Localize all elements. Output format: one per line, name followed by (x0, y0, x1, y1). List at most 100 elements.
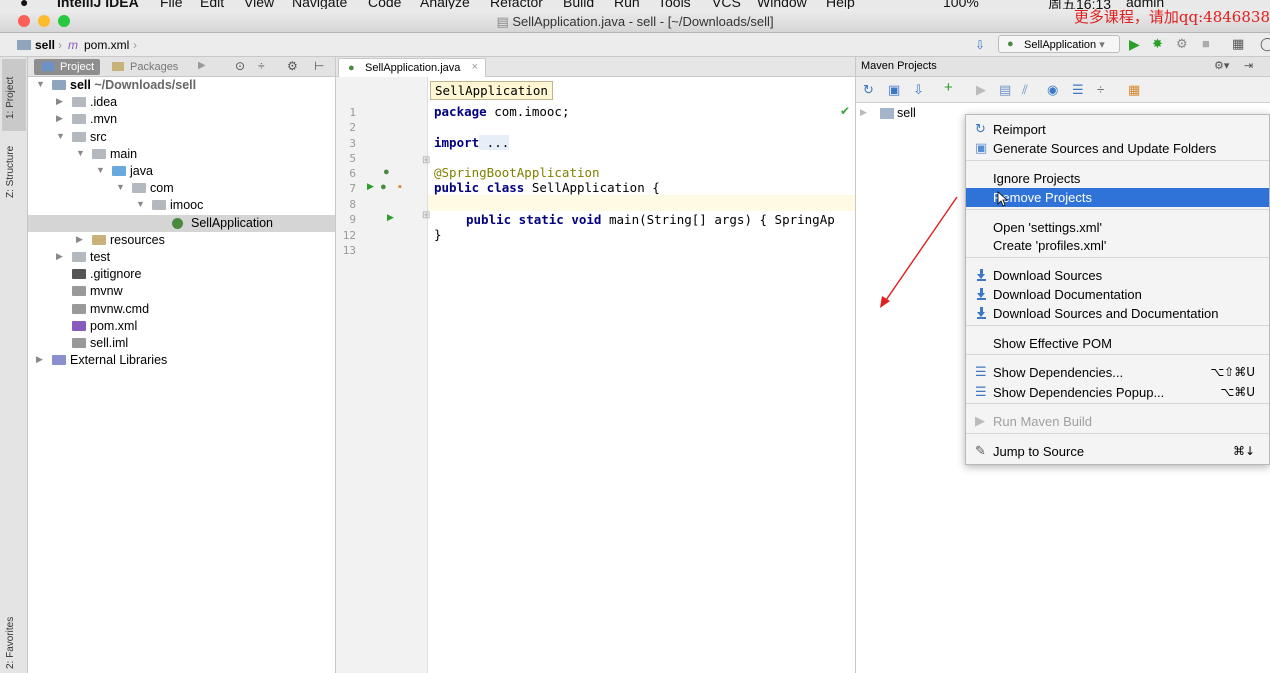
chevron-down-icon[interactable]: ▼ (36, 79, 45, 89)
tree-node-idea[interactable]: ▶ .idea (28, 94, 335, 111)
code-line-6[interactable]: @SpringBootApplication (434, 165, 600, 180)
download-icon[interactable]: ⇩ (913, 82, 924, 98)
code-line-12[interactable]: } (434, 227, 442, 242)
spring-bean-icon[interactable]: ● (380, 181, 387, 193)
run-gutter-icon[interactable]: ▶ (367, 181, 374, 192)
chevron-right-icon[interactable]: ▶ (860, 107, 867, 118)
collapse-icon[interactable]: ÷ (258, 59, 265, 73)
menu-edit[interactable]: Edit (200, 0, 224, 9)
tree-node-sell[interactable]: ▼ sell ~/Downloads/sell (28, 77, 335, 94)
tree-node-main[interactable]: ▼ main (28, 146, 335, 163)
menu-build[interactable]: Build (563, 0, 594, 9)
menu-run[interactable]: Run (614, 0, 640, 9)
gear-icon[interactable]: ⚙ (287, 59, 298, 73)
tree-node-gitignore[interactable]: .gitignore (28, 266, 335, 283)
menu-item-download-sources[interactable]: Download Sources (966, 266, 1269, 285)
gear-icon[interactable]: ⚙▾ (1214, 59, 1229, 72)
tab-packages[interactable]: Packages (104, 59, 184, 75)
menu-item-jump-to-source[interactable]: ✎ Jump to Source ⌘↓ (966, 442, 1269, 461)
breadcrumb-sell[interactable]: sell (35, 38, 55, 52)
fold-icon[interactable]: ⊞ (422, 155, 430, 166)
reimport-icon[interactable]: ↻ (863, 82, 874, 98)
tree-node-src[interactable]: ▼ src (28, 129, 335, 146)
menu-item-create-profiles-xml[interactable]: Create 'profiles.xml' (966, 236, 1269, 255)
chevron-down-icon[interactable]: ▼ (56, 131, 65, 141)
project-tool-tab[interactable]: 1: Project (5, 77, 16, 119)
run-configuration-select[interactable]: ● SellApplication ▾ (998, 35, 1120, 53)
menu-file[interactable]: File (160, 0, 183, 9)
menu-item-show-effective-pom[interactable]: Show Effective POM (966, 334, 1269, 353)
structure-tool-tab[interactable]: Z: Structure (5, 146, 16, 198)
tree-node-sell-iml[interactable]: sell.iml (28, 335, 335, 352)
target-icon[interactable]: ⊙ (235, 59, 245, 73)
toggle-offline-icon[interactable]: ⫽ (1022, 82, 1028, 98)
dependencies-icon[interactable]: ☰ (1072, 82, 1084, 98)
code-line-9[interactable]: public static void main(String[] args) {… (466, 212, 835, 227)
menu-item-download-documentation[interactable]: Download Documentation (966, 285, 1269, 304)
generate-sources-icon[interactable]: ▣ (888, 82, 900, 98)
tree-node-pom-xml[interactable]: pom.xml (28, 318, 335, 335)
code-line-1[interactable]: package com.imooc; (434, 104, 569, 119)
chevron-down-icon[interactable]: ▼ (116, 182, 125, 192)
close-tab-icon[interactable]: × (472, 61, 478, 73)
chevron-down-icon[interactable]: ▼ (96, 165, 105, 175)
menu-item-reimport[interactable]: ↻ Reimport (966, 120, 1269, 139)
menu-item-show-dependencies[interactable]: ☰ Show Dependencies... ⌥⇧⌘U (966, 363, 1269, 382)
menu-tools[interactable]: Tools (658, 0, 691, 9)
menu-code[interactable]: Code (368, 0, 401, 9)
menu-view[interactable]: View (244, 0, 274, 9)
menu-item-open-settings-xml[interactable]: Open 'settings.xml' (966, 218, 1269, 237)
menu-help[interactable]: Help (826, 0, 855, 9)
tree-node-mvn[interactable]: ▶ .mvn (28, 111, 335, 128)
code-line-7[interactable]: public class SellApplication { (434, 180, 660, 195)
run-gutter-icon[interactable]: ▶ (387, 212, 394, 223)
menu-item-remove-projects[interactable]: Remove Projects (966, 188, 1269, 207)
tree-node-java[interactable]: ▼ java (28, 163, 335, 180)
coverage-icon[interactable]: ⚙ (1176, 36, 1188, 52)
menu-item-ignore-projects[interactable]: Ignore Projects (966, 169, 1269, 188)
tree-node-resources[interactable]: ▶ resources (28, 232, 335, 249)
app-menu[interactable]: IntelliJ IDEA (57, 0, 139, 9)
skip-tests-icon[interactable]: ◉ (1047, 82, 1058, 98)
apple-icon[interactable]: ● (20, 0, 28, 9)
hide-icon[interactable]: ⊢ (314, 59, 324, 73)
tree-node-mvnw-cmd[interactable]: mvnw.cmd (28, 301, 335, 318)
hide-panel-icon[interactable]: ⇥ (1244, 59, 1253, 72)
chevron-right-icon[interactable]: ▶ (36, 354, 43, 365)
tree-node-sellapplication[interactable]: SellApplication (28, 214, 335, 232)
search-icon[interactable]: ◯ (1260, 36, 1270, 52)
chevron-down-icon[interactable]: ▼ (76, 148, 85, 158)
menu-item-run-maven-build[interactable]: ▶ Run Maven Build (966, 412, 1269, 431)
fold-icon[interactable]: ⊞ (422, 210, 430, 221)
favorites-tool-tab[interactable]: 2: Favorites (5, 617, 16, 669)
settings-icon[interactable]: ▦ (1128, 82, 1140, 98)
run-icon[interactable]: ▶ (976, 82, 986, 98)
implements-icon[interactable]: ▪ (398, 181, 402, 193)
project-structure-icon[interactable]: ▦ (1232, 36, 1244, 52)
breadcrumb-pom[interactable]: pom.xml (84, 38, 129, 52)
add-maven-project-icon[interactable]: + (944, 79, 953, 96)
collapse-all-icon[interactable]: ÷ (1097, 82, 1104, 97)
run-config-icon[interactable]: ▤ (999, 82, 1011, 98)
build-icon[interactable]: ⇩ (975, 38, 985, 52)
chevron-right-icon[interactable]: ▶ (56, 251, 63, 262)
chevron-right-icon[interactable]: ▶ (56, 113, 63, 124)
stop-icon[interactable]: ■ (1202, 36, 1210, 51)
chevron-down-icon[interactable]: ▼ (136, 199, 145, 209)
menu-item-generate-sources-and-update-folders[interactable]: ▣ Generate Sources and Update Folders (966, 139, 1269, 158)
menu-analyze[interactable]: Analyze (420, 0, 470, 9)
code-line-3[interactable]: import ... (434, 135, 510, 150)
menu-window[interactable]: Window (757, 0, 807, 9)
menu-navigate[interactable]: Navigate (292, 0, 347, 9)
menu-item-show-dependencies-popup[interactable]: ☰ Show Dependencies Popup... ⌥⌘U (966, 383, 1269, 402)
chevron-right-icon[interactable]: ▶ (198, 60, 206, 71)
tree-node-com[interactable]: ▼ com (28, 180, 335, 197)
tab-project[interactable]: Project (34, 59, 101, 75)
menu-refactor[interactable]: Refactor (490, 0, 543, 9)
debug-icon[interactable]: ✸ (1152, 36, 1163, 52)
menu-item-download-sources-and-documentation[interactable]: Download Sources and Documentation (966, 304, 1269, 323)
chevron-right-icon[interactable]: ▶ (56, 96, 63, 107)
chevron-right-icon[interactable]: ▶ (76, 234, 83, 245)
menu-vcs[interactable]: VCS (712, 0, 741, 9)
tree-node-test[interactable]: ▶ test (28, 249, 335, 266)
